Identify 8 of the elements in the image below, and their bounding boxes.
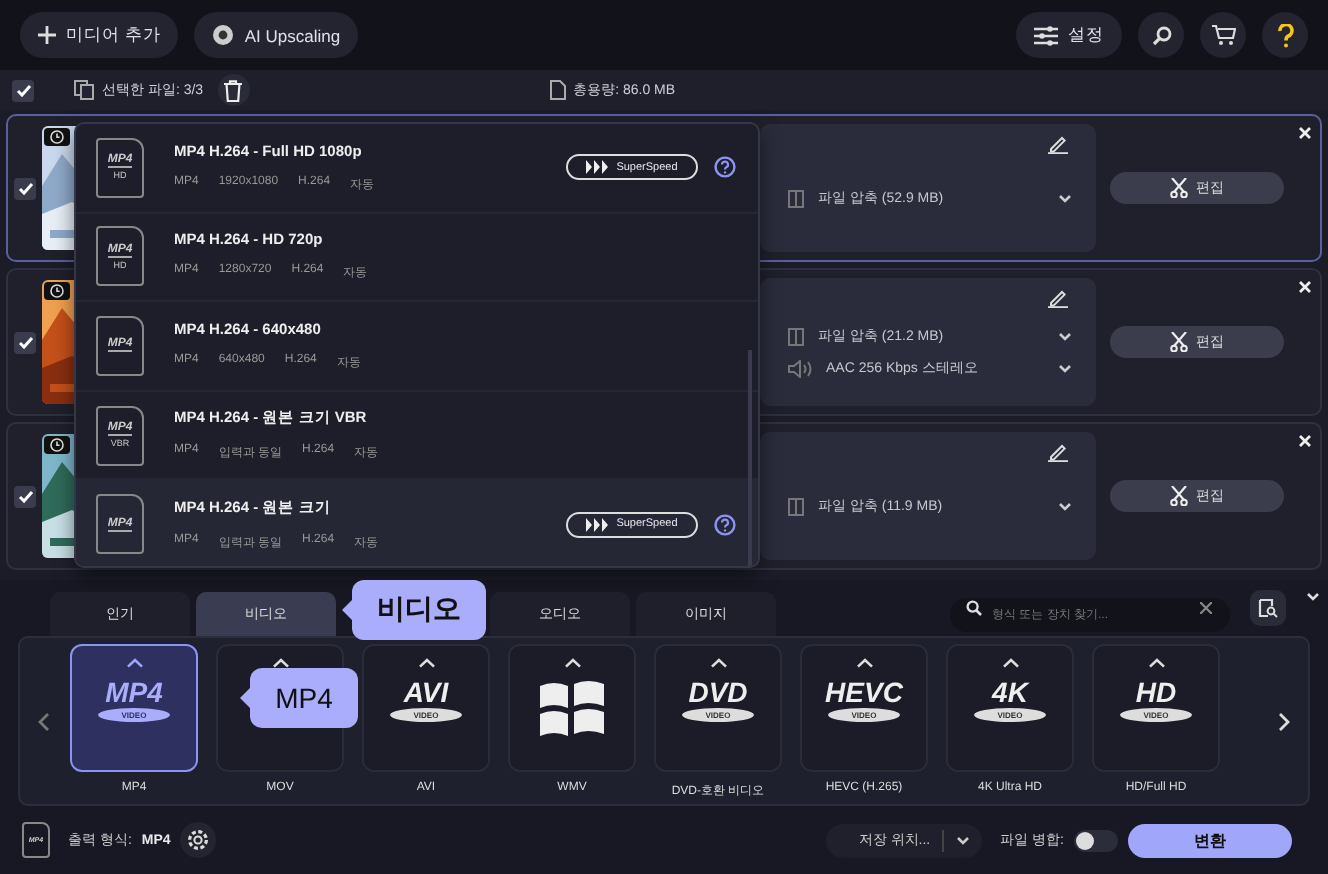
format-logo: AVI	[403, 677, 449, 705]
tooltip: MP4	[240, 667, 358, 727]
tooltip: 비디오	[342, 580, 486, 640]
format-logo: MP4	[105, 677, 163, 705]
format-logo: 4K	[992, 677, 1028, 705]
format-logo: HD	[1135, 677, 1177, 705]
format-logo: DVD	[688, 677, 748, 705]
format-logo: HEVC	[825, 677, 903, 705]
